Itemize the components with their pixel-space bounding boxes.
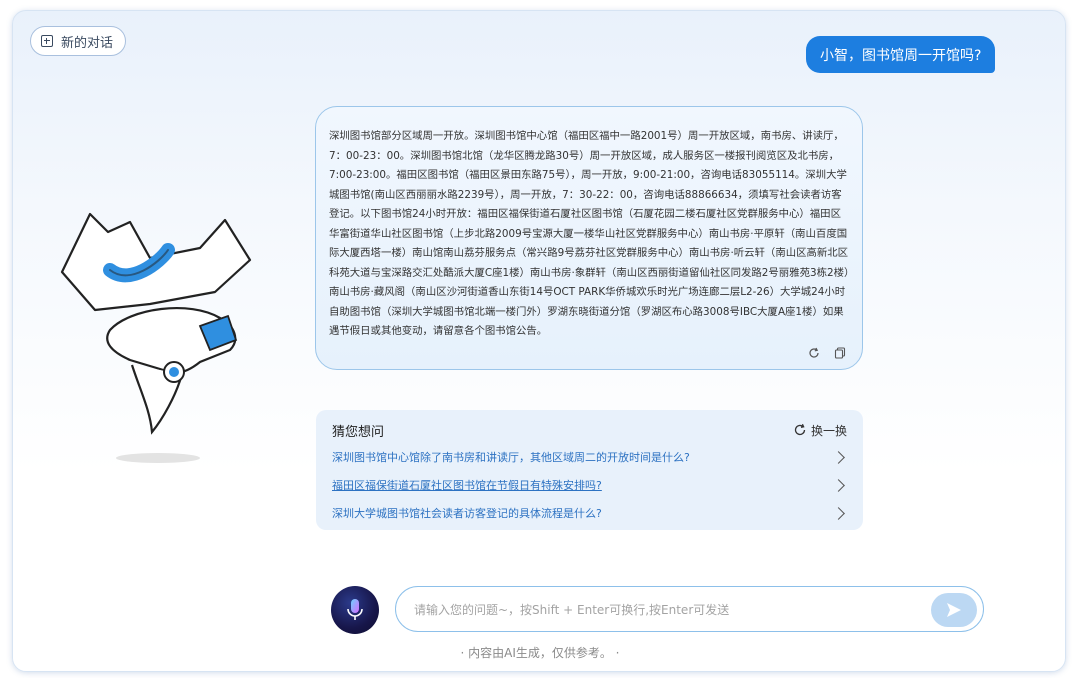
user-message-text: 小智，图书馆周一开馆吗? — [820, 47, 982, 64]
refresh-icon[interactable] — [808, 347, 820, 359]
answer-text: 深圳图书馆部分区域周一开放。深圳图书馆中心馆（福田区福中一路2001号）周一开放… — [329, 130, 850, 337]
chevron-right-icon — [832, 450, 845, 464]
message-input[interactable] — [412, 587, 916, 633]
assistant-answer-card: 深圳图书馆部分区域周一开放。深圳图书馆中心馆（福田区福中一路2001号）周一开放… — [315, 106, 863, 370]
assistant-illustration — [60, 212, 252, 463]
chevron-right-icon — [832, 506, 845, 520]
send-button[interactable] — [931, 593, 977, 627]
plus-square-icon — [41, 35, 53, 47]
voice-input-button[interactable] — [331, 586, 379, 634]
suggestions-title: 猜您想问 — [332, 424, 385, 440]
suggestion-item[interactable]: 深圳图书馆中心馆除了南书房和讲读厅，其他区域周二的开放时间是什么? — [332, 447, 847, 467]
chevron-right-icon — [832, 478, 845, 492]
new-chat-label: 新的对话 — [61, 35, 114, 51]
suggestion-item[interactable]: 深圳大学城图书馆社会读者访客登记的具体流程是什么? — [332, 503, 847, 523]
refresh-label: 换一换 — [810, 423, 847, 438]
new-chat-button[interactable]: 新的对话 — [30, 26, 127, 56]
answer-tools — [808, 347, 846, 359]
suggestion-text: 深圳大学城图书馆社会读者访客登记的具体流程是什么? — [332, 507, 602, 520]
send-icon — [947, 603, 961, 617]
message-input-box — [395, 586, 984, 633]
suggestion-item[interactable]: 福田区福保街道石厦社区图书馆在节假日有特殊安排吗? — [332, 475, 847, 495]
suggestion-text: 深圳图书馆中心馆除了南书房和讲读厅，其他区域周二的开放时间是什么? — [332, 451, 690, 464]
refresh-suggestions-button[interactable]: 换一换 — [793, 422, 847, 439]
ai-disclaimer: · 内容由AI生成，仅供参考。 · — [460, 646, 620, 660]
suggested-questions-panel: 猜您想问 换一换 深圳图书馆中心馆除了南书房和讲读厅，其他区域周二的开放时间是什… — [316, 410, 863, 530]
user-message-bubble: 小智，图书馆周一开馆吗? — [806, 36, 996, 73]
microphone-icon — [347, 599, 363, 620]
refresh-icon — [794, 423, 806, 436]
copy-icon[interactable] — [834, 347, 846, 359]
suggestion-text: 福田区福保街道石厦社区图书馆在节假日有特殊安排吗? — [332, 479, 602, 492]
